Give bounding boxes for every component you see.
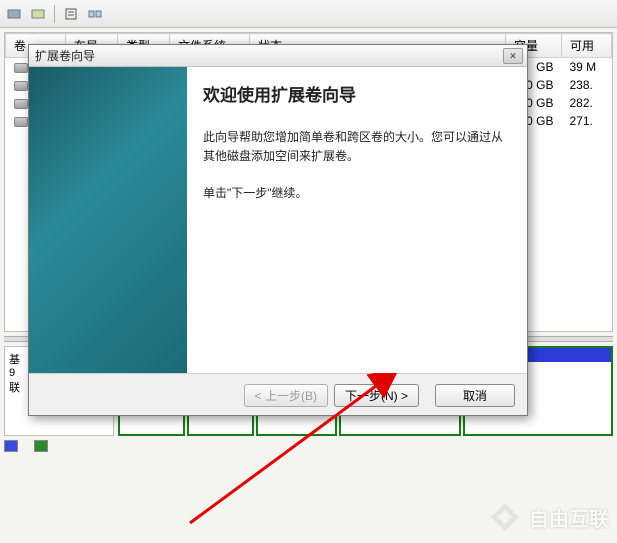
watermark-text: 自由互联 [529,503,609,532]
volume-icon [14,117,28,127]
wizard-side-banner [29,67,187,373]
volume-icon [14,63,28,73]
watermark-logo-icon [487,499,523,535]
col-free[interactable]: 可用 [562,34,612,58]
close-button[interactable]: ✕ [503,48,523,64]
dialog-title-text: 扩展卷向导 [35,47,95,64]
cell-free: 282. [562,94,612,112]
cancel-button[interactable]: 取消 [435,384,515,407]
wizard-main-panel: 欢迎使用扩展卷向导 此向导帮助您增加简单卷和跨区卷的大小。您可以通过从其他磁盘添… [187,67,527,373]
cell-free: 39 M [562,58,612,77]
toolbar-icon-4[interactable] [85,4,105,24]
toolbar-icon-2[interactable] [28,4,48,24]
dialog-titlebar[interactable]: 扩展卷向导 ✕ [29,45,527,67]
wizard-para-1: 此向导帮助您增加简单卷和跨区卷的大小。您可以通过从其他磁盘添加空间来扩展卷。 [203,128,511,166]
toolbar-icon-1[interactable] [4,4,24,24]
back-button: < 上一步(B) [244,384,328,407]
cell-free: 238. [562,76,612,94]
toolbar [0,0,617,28]
cell-free: 271. [562,112,612,130]
dialog-body: 欢迎使用扩展卷向导 此向导帮助您增加简单卷和跨区卷的大小。您可以通过从其他磁盘添… [29,67,527,373]
extend-volume-wizard-dialog: 扩展卷向导 ✕ 欢迎使用扩展卷向导 此向导帮助您增加简单卷和跨区卷的大小。您可以… [28,44,528,416]
wizard-heading: 欢迎使用扩展卷向导 [203,81,511,106]
toolbar-divider [54,5,55,23]
volume-icon [14,81,28,91]
dialog-button-row: < 上一步(B) 下一步(N) > 取消 [29,373,527,417]
volume-icon [14,99,28,109]
close-icon: ✕ [509,51,517,62]
wizard-para-2: 单击"下一步"继续。 [203,184,511,203]
watermark: 自由互联 [487,499,609,535]
next-button[interactable]: 下一步(N) > [334,384,419,407]
legend [4,440,613,452]
toolbar-icon-3[interactable] [61,4,81,24]
